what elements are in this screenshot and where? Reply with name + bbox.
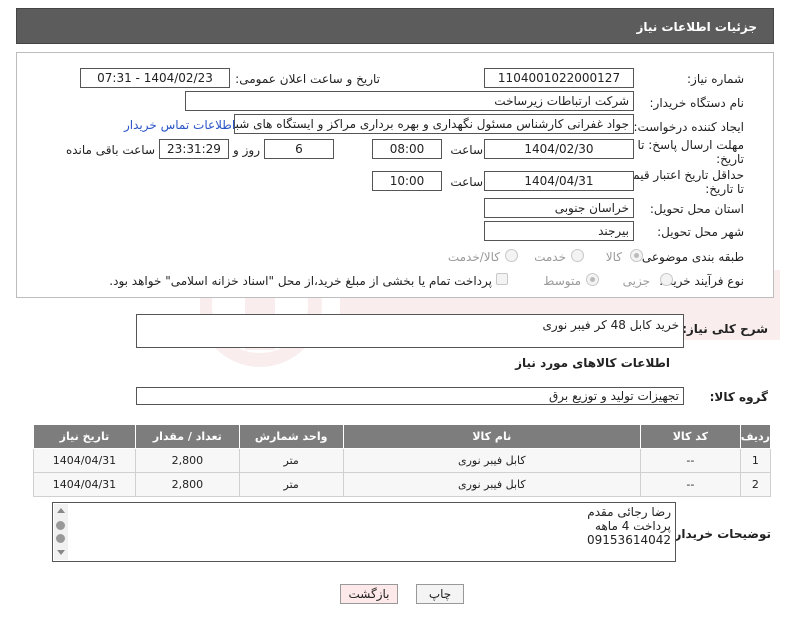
process-radio-medium[interactable] bbox=[586, 273, 599, 286]
deadline-label-2: تاریخ: bbox=[716, 152, 744, 166]
cell-code: -- bbox=[639, 448, 741, 473]
city-label: شهر محل تحویل: bbox=[657, 225, 744, 239]
deadline-time-label: ساعت bbox=[450, 143, 483, 157]
cell-unit: متر bbox=[238, 448, 344, 473]
process-radio-minor[interactable] bbox=[660, 273, 673, 286]
validity-label-2: تا تاریخ: bbox=[705, 182, 744, 196]
validity-date-field[interactable]: 1404/04/31 bbox=[484, 171, 634, 191]
table-row[interactable]: 1 -- کابل فیبر نوری متر 2,800 1404/04/31 bbox=[33, 448, 772, 473]
deadline-date-field[interactable]: 1404/02/30 bbox=[484, 139, 634, 159]
province-field[interactable]: خراسان جنوبی bbox=[484, 198, 634, 218]
category-label: طبقه بندی موضوعی: bbox=[637, 250, 744, 264]
buyer-org-label: نام دستگاه خریدار: bbox=[649, 96, 745, 110]
scroll-dot-icon bbox=[56, 534, 65, 543]
category-option-service: خدمت bbox=[534, 250, 566, 264]
cell-row: 1 bbox=[739, 448, 772, 473]
buyer-contact-link[interactable]: اطلاعات تماس خریدار bbox=[124, 118, 235, 132]
days-remaining-field[interactable]: 6 bbox=[264, 139, 334, 159]
deadline-label-1: مهلت ارسال پاسخ: تا bbox=[637, 138, 744, 152]
cell-name: کابل فیبر نوری bbox=[342, 472, 641, 497]
treasury-payment-note: پرداخت تمام یا بخشی از مبلغ خرید،از محل … bbox=[109, 274, 492, 288]
print-button[interactable]: چاپ bbox=[416, 584, 464, 604]
category-radio-service[interactable] bbox=[571, 249, 584, 262]
summary-label: شرح کلی نیاز: bbox=[682, 322, 768, 336]
category-radio-goods[interactable] bbox=[630, 249, 643, 262]
table-row[interactable]: 2 -- کابل فیبر نوری متر 2,800 1404/04/31 bbox=[33, 472, 772, 497]
deadline-time-field[interactable]: 08:00 bbox=[372, 139, 442, 159]
col-name: نام کالا bbox=[342, 424, 641, 449]
col-row: ردیف bbox=[739, 424, 772, 449]
goods-table-header: ردیف کد کالا نام کالا واحد شمارش تعداد /… bbox=[33, 424, 772, 449]
treasury-payment-checkbox[interactable] bbox=[496, 273, 508, 285]
cell-quantity: 2,800 bbox=[134, 448, 240, 473]
creator-field[interactable]: جواد غفرانی کارشناس مسئول نگهداری و بهره… bbox=[234, 114, 634, 134]
cell-need-date: 1404/04/31 bbox=[33, 472, 136, 497]
need-number-label: شماره نیاز: bbox=[687, 72, 744, 86]
validity-time-label: ساعت bbox=[450, 175, 483, 189]
validity-label-1: حداقل تاریخ اعتبار قیمت: bbox=[617, 168, 744, 182]
scroll-dot-icon bbox=[56, 521, 65, 530]
scroll-down-icon[interactable] bbox=[57, 550, 65, 555]
page-title: جزئیات اطلاعات نیاز bbox=[636, 20, 757, 34]
cell-need-date: 1404/04/31 bbox=[33, 448, 136, 473]
cell-quantity: 2,800 bbox=[134, 472, 240, 497]
category-radio-goods-service[interactable] bbox=[505, 249, 518, 262]
back-button[interactable]: بازگشت bbox=[340, 584, 398, 604]
category-option-goods: کالا bbox=[605, 250, 622, 264]
goods-group-field[interactable]: تجهیزات تولید و توزیع برق bbox=[136, 387, 684, 405]
goods-group-label: گروه کالا: bbox=[709, 390, 768, 404]
announce-label: تاریخ و ساعت اعلان عمومی: bbox=[235, 72, 380, 86]
city-field[interactable]: بیرجند bbox=[484, 221, 634, 241]
cell-code: -- bbox=[639, 472, 741, 497]
scroll-up-icon[interactable] bbox=[57, 508, 65, 513]
creator-label: ایجاد کننده درخواست: bbox=[633, 120, 744, 134]
cell-name: کابل فیبر نوری bbox=[342, 448, 641, 473]
col-unit: واحد شمارش bbox=[238, 424, 344, 449]
goods-table: ردیف کد کالا نام کالا واحد شمارش تعداد /… bbox=[33, 424, 772, 497]
buyer-notes-line: رضا رجائی مقدم bbox=[587, 505, 671, 519]
days-label: روز و bbox=[233, 143, 260, 157]
buyer-notes-line: 09153614042 bbox=[587, 533, 671, 547]
category-option-goods-service: کالا/خدمت bbox=[447, 250, 500, 264]
col-need-date: تاریخ نیاز bbox=[33, 424, 136, 449]
cell-unit: متر bbox=[238, 472, 344, 497]
cell-row: 2 bbox=[739, 472, 772, 497]
page-header: جزئیات اطلاعات نیاز bbox=[16, 8, 774, 44]
need-number-field[interactable]: 1104001022000127 bbox=[484, 68, 634, 88]
summary-textarea[interactable]: خرید کابل 48 کر فیبر نوری bbox=[136, 314, 684, 348]
buyer-notes-textarea[interactable]: رضا رجائی مقدم پرداخت 4 ماهه 09153614042 bbox=[52, 502, 676, 562]
announce-datetime-field[interactable]: 1404/02/23 - 07:31 bbox=[80, 68, 230, 88]
remaining-time-label: ساعت باقی مانده bbox=[65, 143, 155, 157]
summary-text: خرید کابل 48 کر فیبر نوری bbox=[542, 318, 680, 332]
province-label: استان محل تحویل: bbox=[649, 202, 744, 216]
col-code: کد کالا bbox=[639, 424, 741, 449]
buyer-notes-line: پرداخت 4 ماهه bbox=[595, 519, 671, 533]
goods-section-title: اطلاعات کالاهای مورد نیاز bbox=[515, 356, 670, 370]
buyer-notes-label: توضیحات خریدار: bbox=[669, 527, 771, 541]
process-option-medium: متوسط bbox=[543, 274, 581, 288]
process-option-minor: جزیی bbox=[622, 274, 650, 288]
remaining-time-field[interactable]: 23:31:29 bbox=[159, 139, 229, 159]
notes-scrollbar[interactable] bbox=[54, 504, 68, 560]
col-quantity: تعداد / مقدار bbox=[134, 424, 240, 449]
buyer-org-field[interactable]: شرکت ارتباطات زیرساخت bbox=[185, 91, 634, 111]
validity-time-field[interactable]: 10:00 bbox=[372, 171, 442, 191]
